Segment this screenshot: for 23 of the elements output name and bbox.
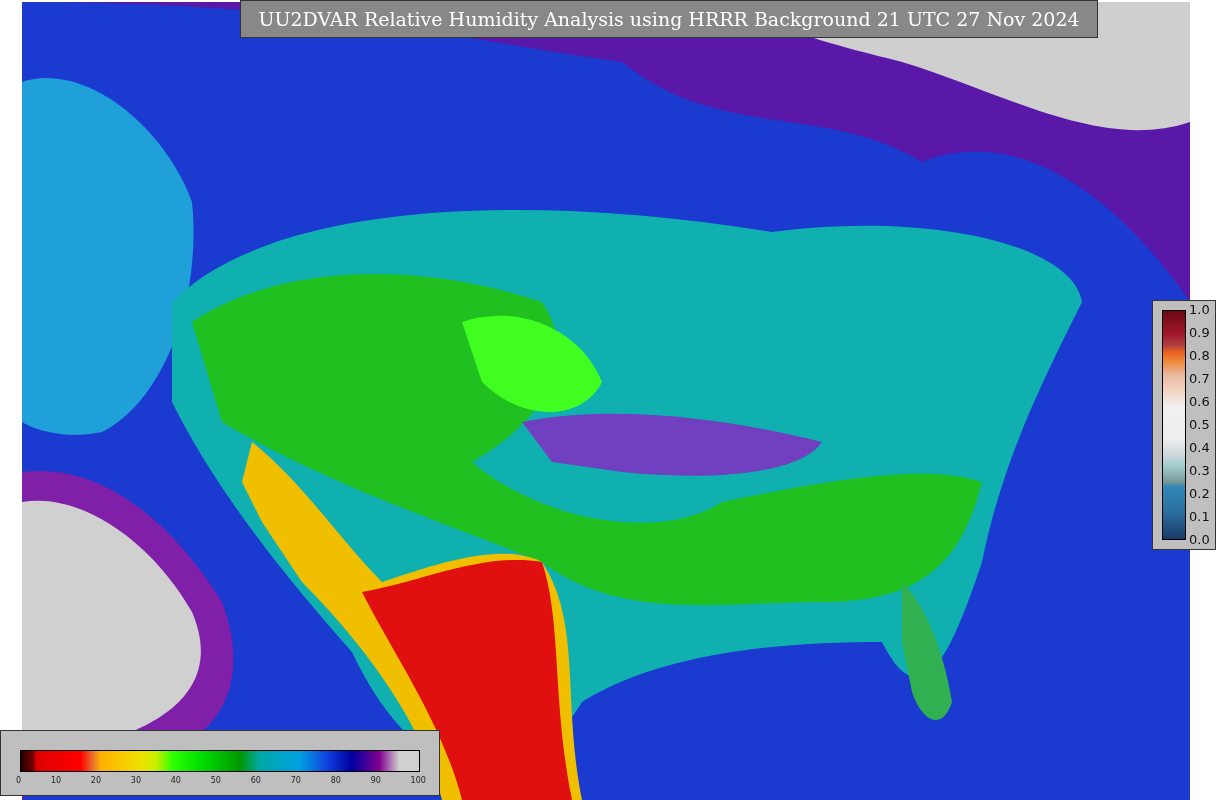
tick-label: 30 bbox=[130, 776, 141, 785]
tick-label: 90 bbox=[370, 776, 381, 785]
tick-label: 100 bbox=[410, 776, 426, 785]
tick-label: 80 bbox=[330, 776, 341, 785]
tick-label: 1.0 bbox=[1189, 303, 1210, 317]
tick-label: 0.0 bbox=[1189, 533, 1210, 547]
tick-label: 60 bbox=[250, 776, 261, 785]
tick-label: 0.3 bbox=[1189, 464, 1210, 478]
tick-label: 0.6 bbox=[1189, 395, 1210, 409]
tick-label: 20 bbox=[90, 776, 102, 785]
tick-label: 10 bbox=[50, 776, 62, 785]
tick-label: 0.2 bbox=[1189, 487, 1210, 501]
tick-label: 0.8 bbox=[1189, 349, 1210, 363]
tick-label: 40 bbox=[170, 776, 181, 785]
tick-label: 0.1 bbox=[1189, 510, 1210, 524]
tick-label: 0.4 bbox=[1189, 441, 1210, 455]
tick-label: 70 bbox=[290, 776, 301, 785]
tick-label: 0.7 bbox=[1189, 372, 1210, 386]
map-title: UU2DVAR Relative Humidity Analysis using HRRR Background 21 UTC 27 Nov 2024 bbox=[240, 0, 1098, 38]
tick-label: 0 bbox=[16, 776, 22, 785]
tick-label: 50 bbox=[210, 776, 221, 785]
tick-label: 0.9 bbox=[1189, 326, 1210, 340]
tick-label: 0.5 bbox=[1189, 418, 1210, 432]
